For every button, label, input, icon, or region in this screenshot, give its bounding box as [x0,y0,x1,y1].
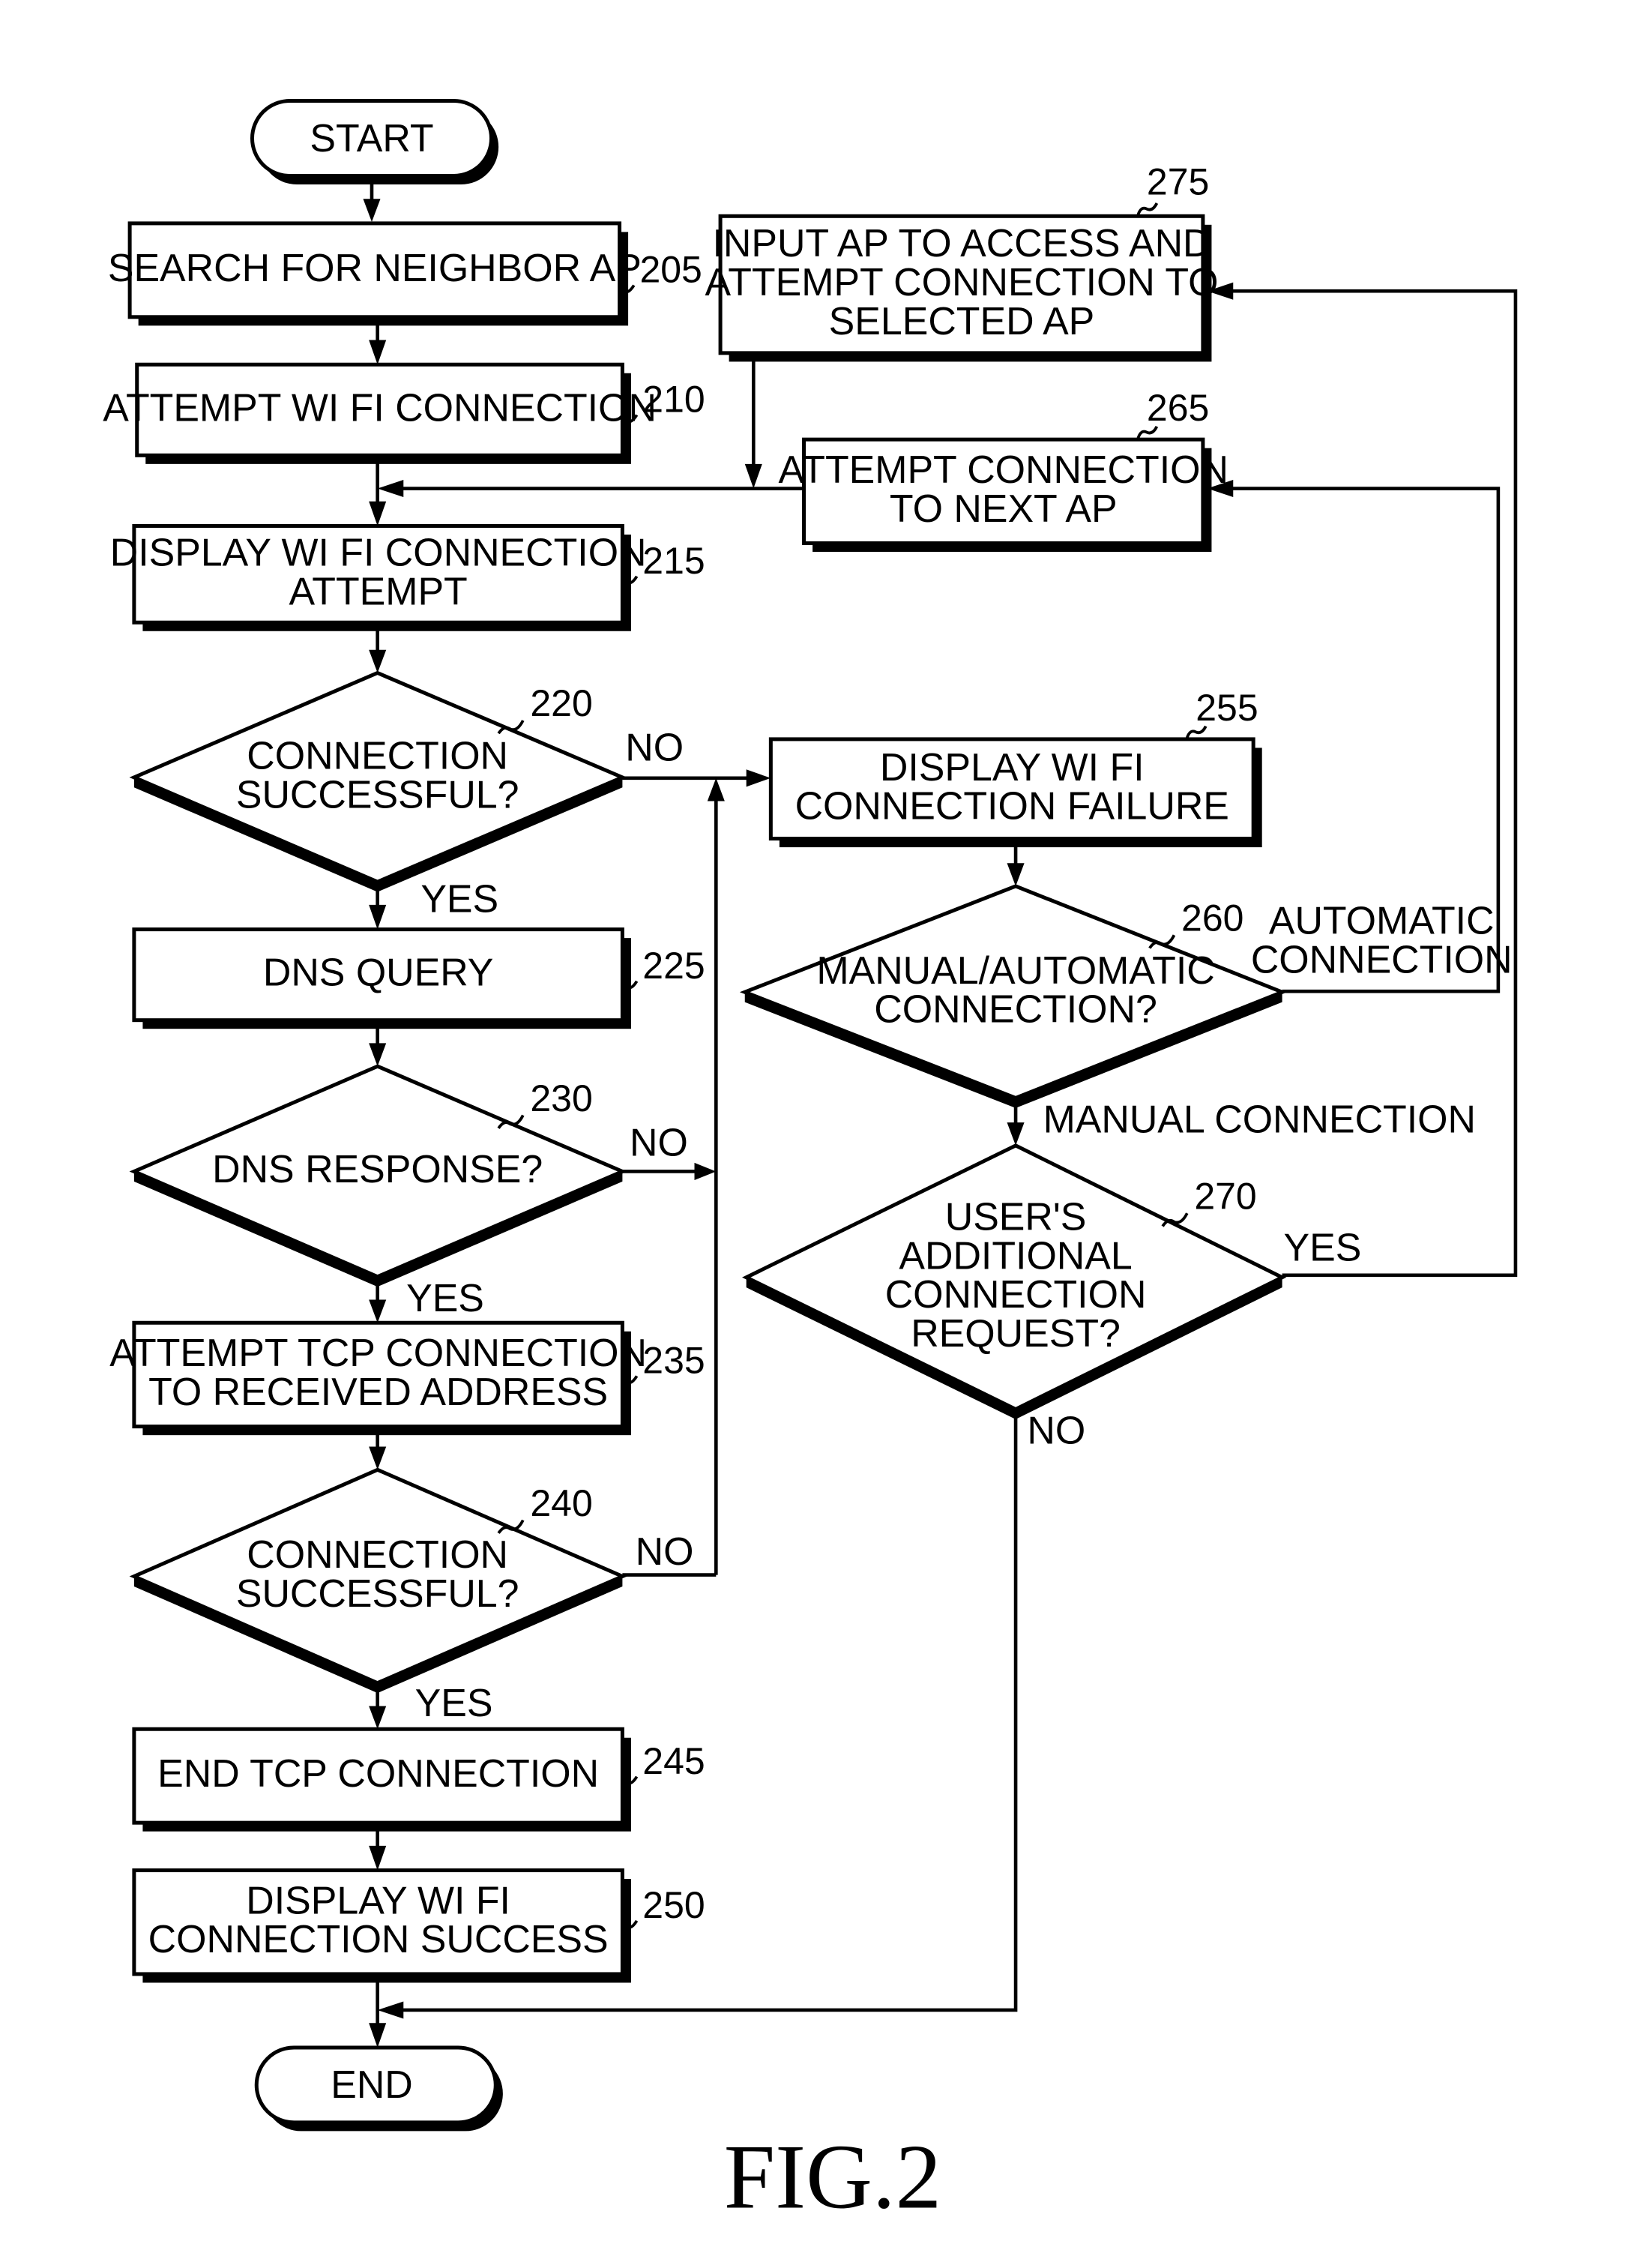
decision-label: CONNECTION [885,1272,1147,1316]
process-box-210: ATTEMPT WI FI CONNECTION210 [103,362,705,464]
process-box-215: DISPLAY WI FI CONNECTIONATTEMPT 215 [110,523,705,631]
edge-label-220-no: NO [625,726,684,769]
reference-numeral: 255 [1196,687,1258,729]
process-box-label: DISPLAY WI FI [880,745,1145,789]
process-box-255: DISPLAY WI FICONNECTION FAILURE 255 [768,687,1262,848]
process-box-275: INPUT AP TO ACCESS ANDATTEMPT CONNECTION… [705,160,1218,362]
reference-numeral: 270 [1194,1175,1256,1217]
arrow-down-icon [369,2023,387,2048]
arrow-down-icon [369,904,387,930]
decision-240: CONNECTIONSUCCESSFUL? 240 [129,1467,627,1694]
process-box-205: SEARCH FOR NEIGHBOR AP205 [108,221,702,326]
process-box-label: TO RECEIVED ADDRESS [148,1370,608,1413]
process-box-label: ATTEMPT WI FI CONNECTION [103,385,657,429]
arrow-right-icon [746,769,771,787]
reference-numeral: 205 [639,249,702,291]
flowchart: START END SEARCH FOR NEIGHBOR AP205ATTEM… [103,99,1518,2228]
arrow-right-icon [694,1162,717,1180]
edge-label-260-manual: MANUAL CONNECTION [1043,1098,1476,1141]
process-box-label: ATTEMPT TCP CONNECTION [109,1331,647,1374]
process-box-label: DISPLAY WI FI [246,1878,510,1922]
decision-label: CONNECTION [247,1532,508,1576]
reference-numeral: 250 [642,1884,705,1926]
edge-label-240-yes: YES [415,1681,493,1724]
arrow-down-icon [369,1845,387,1871]
arrow-down-icon [369,1446,387,1470]
process-box-label: DISPLAY WI FI CONNECTION [110,530,647,574]
process-box-225: DNS QUERY 225 [132,927,705,1029]
reference-numeral: 245 [642,1740,705,1782]
reference-numeral: 210 [642,379,705,421]
decision-label: CONNECTION? [874,987,1157,1031]
decision-270: USER'SADDITIONALCONNECTIONREQUEST? 270 [741,1143,1287,1420]
process-box-label: CONNECTION SUCCESS [148,1917,609,1961]
edge-label-230-no: NO [630,1120,688,1164]
decision-label: USER'S [945,1194,1087,1238]
edge-label-270-no: NO [1027,1409,1085,1452]
process-box-235: ATTEMPT TCP CONNECTIONTO RECEIVED ADDRES… [109,1320,705,1436]
decision-230: DNS RESPONSE? 230 [129,1064,627,1287]
decision-label: CONNECTION [247,733,508,777]
decision-label: ADDITIONAL [899,1233,1132,1277]
edge-label-230-yes: YES [406,1276,484,1320]
terminal-end: END [254,2045,503,2132]
arrow-up-icon [707,777,725,801]
process-box-245: END TCP CONNECTION 245 [132,1727,705,1832]
arrow-down-icon [369,1043,387,1067]
process-box-label: INPUT AP TO ACCESS AND [712,221,1211,265]
leader-squiggle [1136,202,1159,216]
arrow-down-icon [369,340,387,365]
terminal-start: START [250,99,499,184]
decision-label: DNS RESPONSE? [212,1147,543,1191]
reference-numeral: 230 [530,1077,592,1119]
process-box-265: ATTEMPT CONNECTIONTO NEXT AP 265 [779,387,1228,553]
arrow-left-icon [377,479,404,498]
reference-numeral: 220 [530,682,592,724]
arrow-down-icon [369,501,387,526]
arrow-down-icon [1007,1122,1025,1146]
process-box-250: DISPLAY WI FICONNECTION SUCCESS 250 [132,1868,705,1983]
edge-label-260-auto-line1: AUTOMATIC [1269,898,1495,942]
arrow-down-icon [1007,863,1025,886]
process-box-label: END TCP CONNECTION [157,1751,599,1795]
arrow-down-icon [369,1299,387,1323]
process-box-label: ATTEMPT [289,569,468,613]
decision-label: MANUAL/AUTOMATIC [816,948,1214,992]
process-box-label: ATTEMPT CONNECTION TO [705,260,1218,304]
process-box-label: CONNECTION FAILURE [795,784,1229,828]
reference-numeral: 275 [1147,160,1209,202]
decision-260: MANUAL/AUTOMATICCONNECTION? 260 [739,884,1288,1108]
decision-220: CONNECTIONSUCCESSFUL? 220 [129,670,627,892]
process-box-label: TO NEXT AP [890,487,1118,530]
reference-numeral: 240 [530,1482,592,1524]
edge-label-220-yes: YES [420,877,498,921]
process-box-label: DNS QUERY [263,951,493,994]
terminal-start-label: START [310,116,433,160]
figure-caption: FIG.2 [724,2125,941,2228]
decision-label: SUCCESSFUL? [236,772,519,816]
edge-label-260-auto-line2: CONNECTION [1251,937,1513,981]
reference-numeral: 235 [642,1340,705,1382]
decision-label: REQUEST? [911,1311,1121,1355]
process-box-label: ATTEMPT CONNECTION [779,448,1228,491]
edge-label-240-no: NO [636,1529,694,1573]
reference-numeral: 225 [642,945,705,987]
process-box-label: SELECTED AP [829,299,1095,343]
decision-label: SUCCESSFUL? [236,1571,519,1615]
reference-numeral: 260 [1181,897,1243,939]
edge-label-270-yes: YES [1284,1226,1362,1269]
arrow-down-icon [363,199,381,222]
reference-numeral: 265 [1147,387,1209,429]
reference-numeral: 215 [642,540,705,582]
arrow-left-icon [377,2001,404,2019]
arrow-down-icon [744,463,762,489]
terminal-end-label: END [331,2063,413,2106]
arrow-down-icon [369,649,387,673]
process-box-label: SEARCH FOR NEIGHBOR AP [108,246,642,289]
arrow-down-icon [369,1706,387,1730]
